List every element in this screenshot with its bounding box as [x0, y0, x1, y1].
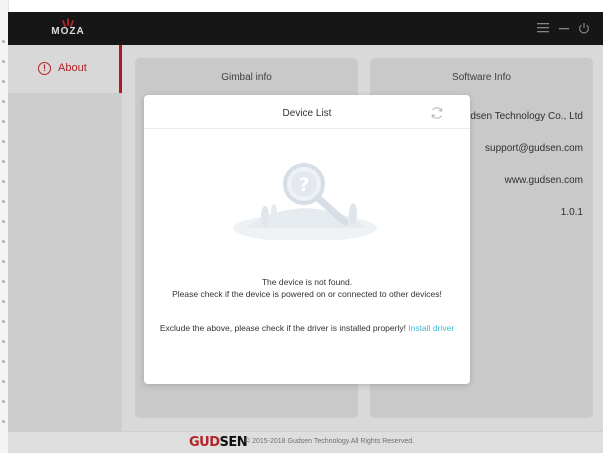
- refresh-icon[interactable]: [430, 106, 444, 120]
- svg-text:?: ?: [298, 174, 309, 196]
- dialog-title: Device List: [282, 108, 332, 119]
- dialog-divider: [144, 128, 470, 129]
- install-driver-link[interactable]: Install driver: [408, 323, 454, 333]
- driver-hint-row: Exclude the above, please check if the d…: [144, 323, 470, 333]
- device-not-found-illustration: ?: [233, 163, 377, 240]
- device-check-hint: Please check if the device is powered on…: [172, 289, 442, 299]
- device-not-found-message: The device is not found.: [261, 277, 353, 287]
- app-window: MOZA ! About Gimbal info Software Info u…: [8, 12, 603, 453]
- device-list-dialog: Device List ? The device is not found. P…: [144, 95, 470, 384]
- driver-hint-text: Exclude the above, please check if the d…: [159, 323, 406, 333]
